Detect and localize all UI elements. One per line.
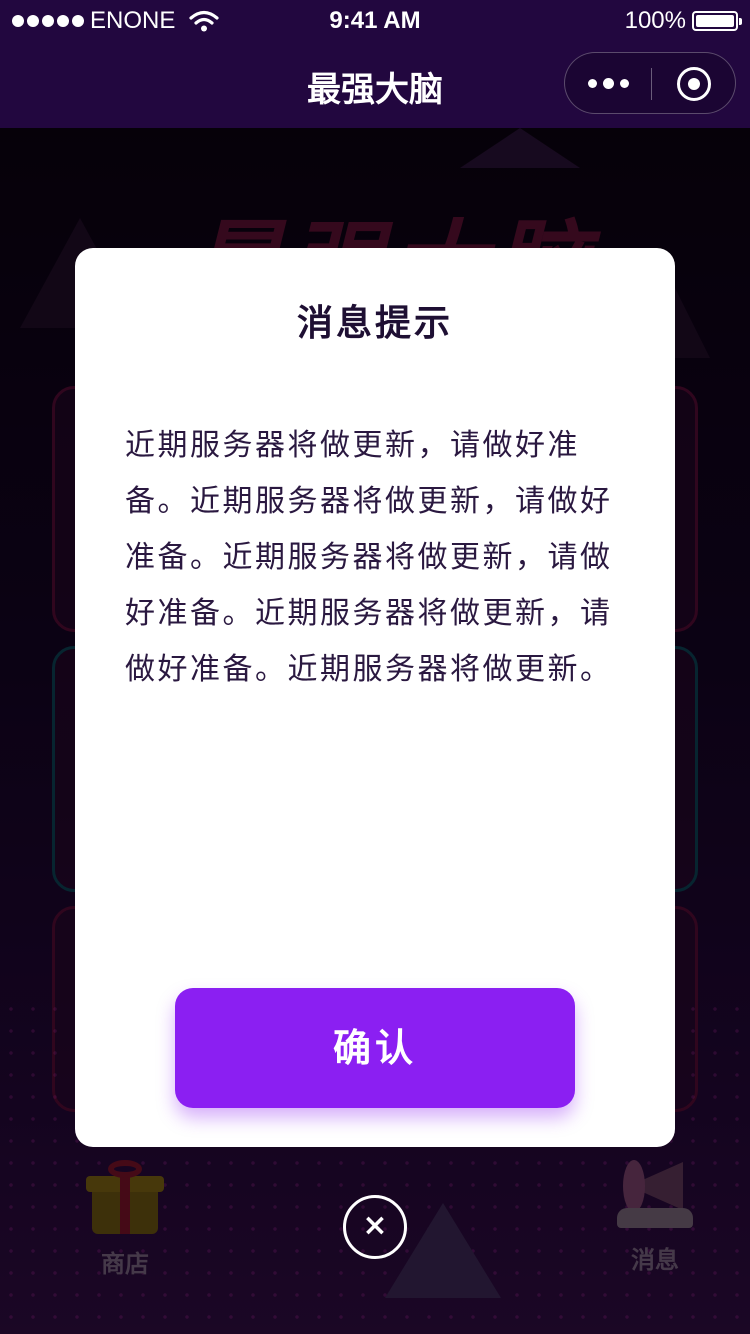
status-bar: ENONE 9:41 AM 100% bbox=[0, 0, 750, 40]
more-dots-icon[interactable] bbox=[565, 53, 651, 113]
battery-percent: 100% bbox=[624, 7, 686, 34]
message-modal: 消息提示 近期服务器将做更新，请做好准备。近期服务器将做更新，请做好准备。近期服… bbox=[75, 248, 675, 1147]
close-modal-icon[interactable]: × bbox=[343, 1195, 407, 1259]
navigation-bar: 最强大脑 bbox=[0, 40, 750, 128]
status-bar-right: 100% bbox=[624, 7, 742, 35]
modal-title: 消息提示 bbox=[296, 303, 453, 344]
battery-icon bbox=[692, 11, 742, 31]
miniprogram-capsule bbox=[564, 52, 736, 114]
confirm-button[interactable]: 确认 bbox=[175, 988, 575, 1108]
target-circle-icon[interactable] bbox=[677, 67, 711, 101]
modal-message: 近期服务器将做更新，请做好准备。近期服务器将做更新，请做好准备。近期服务器将做更… bbox=[125, 428, 613, 687]
capsule-divider bbox=[651, 68, 652, 100]
